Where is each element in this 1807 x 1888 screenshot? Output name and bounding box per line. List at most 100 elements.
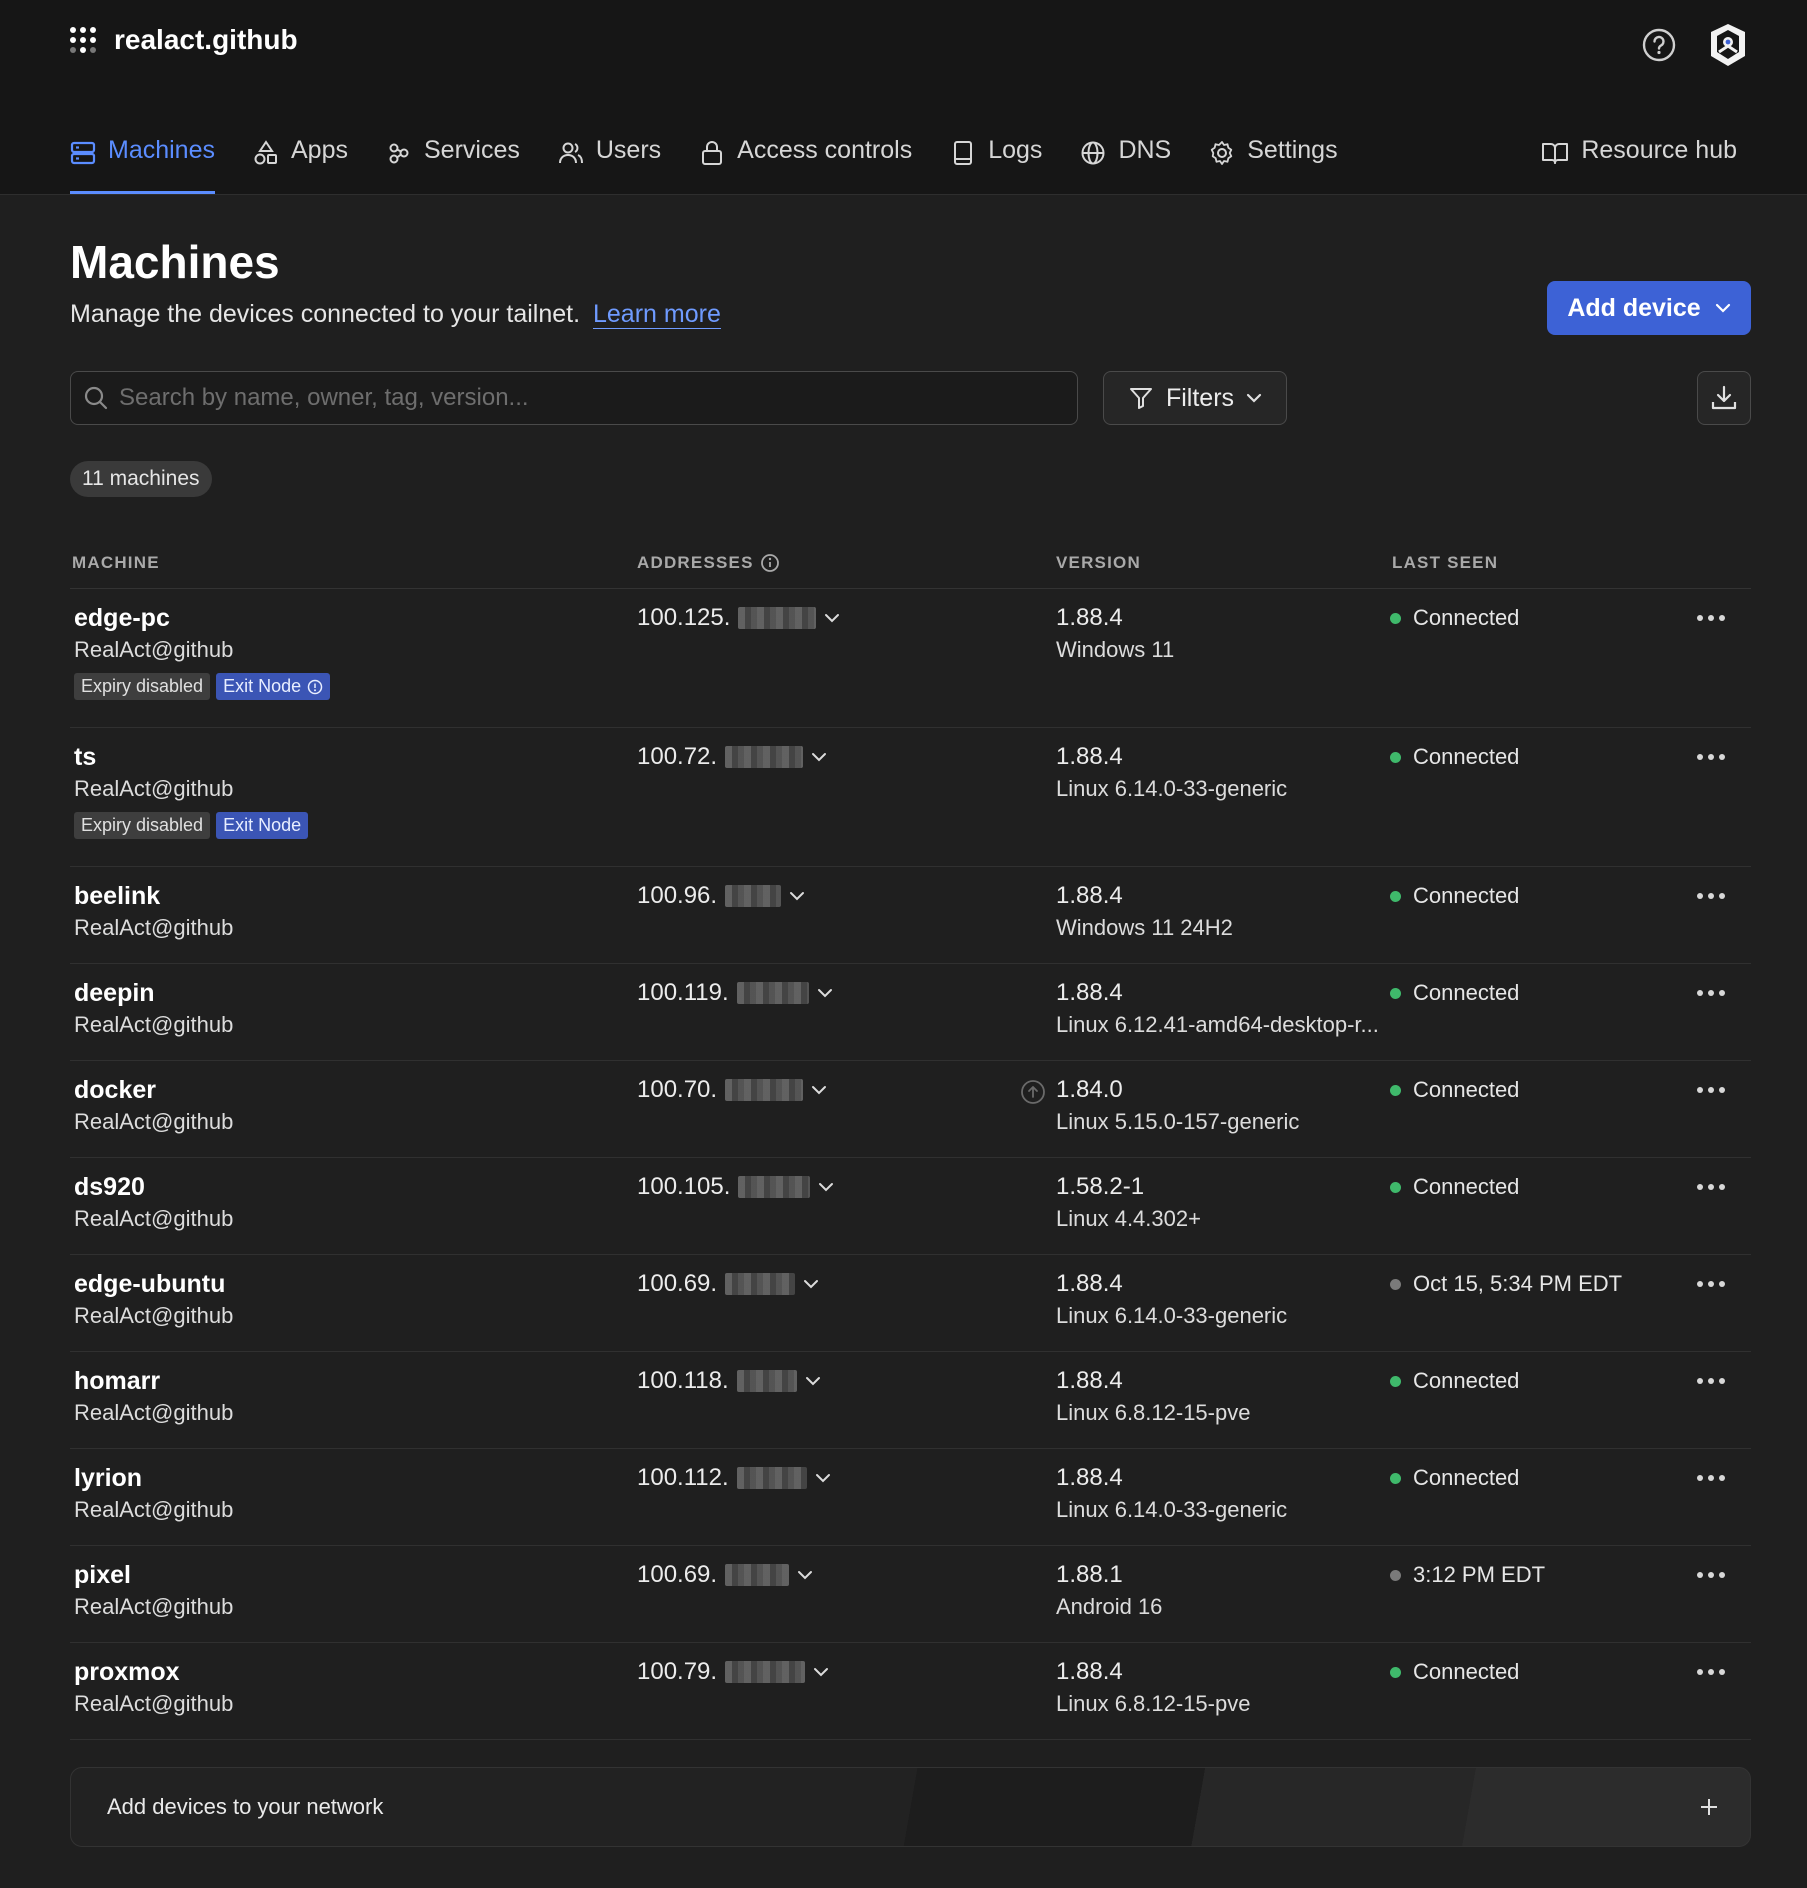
table-row[interactable]: lyrion RealAct@github 100.112. 1.88.4 Li… — [70, 1449, 1751, 1546]
chevron-down-icon[interactable] — [817, 988, 833, 998]
machine-owner: RealAct@github — [74, 637, 234, 662]
last-seen-text: Connected — [1413, 605, 1520, 630]
table-row[interactable]: pixel RealAct@github 100.69. 1.88.1 Andr… — [70, 1546, 1751, 1643]
chevron-down-icon[interactable] — [805, 1376, 821, 1386]
chevron-down-icon[interactable] — [824, 613, 840, 623]
tab-dns[interactable]: DNS — [1080, 126, 1171, 194]
learn-more-link[interactable]: Learn more — [593, 300, 721, 329]
table-row[interactable]: homarr RealAct@github 100.118. 1.88.4 Li… — [70, 1352, 1751, 1449]
info-icon[interactable] — [760, 553, 780, 573]
top-right-actions — [1641, 22, 1749, 68]
row-menu-button[interactable] — [1693, 883, 1729, 909]
address-cell[interactable]: 100.125. — [637, 603, 840, 633]
machine-name[interactable]: docker — [74, 1075, 233, 1105]
address-cell[interactable]: 100.105. — [637, 1172, 834, 1202]
table-row[interactable]: proxmox RealAct@github 100.79. 1.88.4 Li… — [70, 1643, 1751, 1740]
table-row[interactable]: docker RealAct@github 100.70. 1.84.0 Lin… — [70, 1061, 1751, 1158]
help-icon[interactable] — [1641, 27, 1677, 63]
tab-logs[interactable]: Logs — [950, 126, 1042, 194]
chevron-down-icon[interactable] — [803, 1279, 819, 1289]
col-last-seen[interactable]: LAST SEEN — [1392, 553, 1498, 573]
address-cell[interactable]: 100.79. — [637, 1657, 829, 1687]
search-input[interactable] — [119, 384, 1077, 412]
add-devices-banner[interactable]: Add devices to your network — [70, 1767, 1751, 1847]
add-device-button[interactable]: Add device — [1547, 281, 1751, 335]
address-cell[interactable]: 100.72. — [637, 742, 827, 772]
machine-name[interactable]: pixel — [74, 1560, 233, 1590]
chevron-down-icon[interactable] — [811, 752, 827, 762]
col-machine[interactable]: MACHINE — [72, 553, 160, 573]
machine-cell: proxmox RealAct@github — [74, 1657, 233, 1719]
col-version[interactable]: VERSION — [1056, 553, 1141, 573]
tab-machines[interactable]: Machines — [70, 126, 215, 194]
row-menu-button[interactable] — [1693, 1174, 1729, 1200]
tab-services[interactable]: Services — [386, 126, 520, 194]
ip-address: 100.112. — [637, 1464, 729, 1491]
table-row[interactable]: ds920 RealAct@github 100.105. 1.58.2-1 L… — [70, 1158, 1751, 1255]
table-row[interactable]: deepin RealAct@github 100.119. 1.88.4 Li… — [70, 964, 1751, 1061]
version-cell: 1.88.4 Linux 6.14.0-33-generic — [1056, 1463, 1287, 1525]
client-version: 1.88.4 — [1056, 1464, 1123, 1491]
machine-name[interactable]: ds920 — [74, 1172, 233, 1202]
chevron-down-icon[interactable] — [813, 1667, 829, 1677]
tab-users[interactable]: Users — [558, 126, 661, 194]
address-cell[interactable]: 100.96. — [637, 881, 805, 911]
machine-name[interactable]: edge-ubuntu — [74, 1269, 233, 1299]
chevron-down-icon[interactable] — [797, 1570, 813, 1580]
user-avatar[interactable] — [1707, 22, 1749, 68]
tailnet-switcher[interactable]: realact.github — [70, 24, 298, 56]
address-cell[interactable]: 100.119. — [637, 978, 833, 1008]
row-menu-button[interactable] — [1693, 1465, 1729, 1491]
chevron-down-icon[interactable] — [811, 1085, 827, 1095]
update-available-icon[interactable] — [1020, 1079, 1046, 1105]
chevron-down-icon[interactable] — [815, 1473, 831, 1483]
address-cell[interactable]: 100.69. — [637, 1560, 813, 1590]
plus-icon[interactable] — [1698, 1796, 1720, 1818]
tab-settings[interactable]: Settings — [1209, 126, 1338, 194]
online-status-dot — [1390, 1084, 1401, 1096]
row-menu-button[interactable] — [1693, 744, 1729, 770]
machine-name[interactable]: homarr — [74, 1366, 233, 1396]
machine-owner: RealAct@github — [74, 915, 234, 940]
machine-name[interactable]: deepin — [74, 978, 233, 1008]
machine-owner: RealAct@github — [74, 1594, 234, 1619]
search-box[interactable] — [70, 371, 1078, 425]
export-button[interactable] — [1697, 371, 1751, 425]
address-cell[interactable]: 100.112. — [637, 1463, 831, 1493]
row-menu-button[interactable] — [1693, 1368, 1729, 1394]
info-icon[interactable] — [307, 679, 323, 695]
table-row[interactable]: ts RealAct@github Expiry disabled Exit N… — [70, 728, 1751, 867]
machine-tags: Expiry disabled Exit Node — [74, 673, 331, 700]
machine-cell: beelink RealAct@github — [74, 881, 233, 943]
row-menu-button[interactable] — [1693, 980, 1729, 1006]
machine-name[interactable]: proxmox — [74, 1657, 233, 1687]
page-title: Machines — [70, 236, 280, 288]
address-cell[interactable]: 100.69. — [637, 1269, 819, 1299]
chevron-down-icon[interactable] — [818, 1182, 834, 1192]
col-addresses[interactable]: ADDRESSES — [637, 553, 780, 573]
filters-button[interactable]: Filters — [1103, 371, 1287, 425]
os-version: Linux 6.14.0-33-generic — [1056, 776, 1288, 801]
machine-name[interactable]: lyrion — [74, 1463, 233, 1493]
row-menu-button[interactable] — [1693, 1271, 1729, 1297]
table-row[interactable]: edge-ubuntu RealAct@github 100.69. 1.88.… — [70, 1255, 1751, 1352]
os-version: Linux 4.4.302+ — [1056, 1206, 1201, 1231]
chevron-down-icon[interactable] — [789, 891, 805, 901]
table-row[interactable]: edge-pc RealAct@github Expiry disabled E… — [70, 589, 1751, 728]
table-row[interactable]: beelink RealAct@github 100.96. 1.88.4 Wi… — [70, 867, 1751, 964]
row-menu-button[interactable] — [1693, 1659, 1729, 1685]
redacted-ip — [725, 1661, 806, 1683]
client-version: 1.88.4 — [1056, 1658, 1123, 1685]
row-menu-button[interactable] — [1693, 1562, 1729, 1588]
machine-name[interactable]: edge-pc — [74, 603, 330, 633]
address-cell[interactable]: 100.118. — [637, 1366, 821, 1396]
client-version: 1.88.4 — [1056, 604, 1123, 631]
address-cell[interactable]: 100.70. — [637, 1075, 827, 1105]
resource-hub-link[interactable]: Resource hub — [1541, 126, 1737, 194]
row-menu-button[interactable] — [1693, 1077, 1729, 1103]
tab-access-controls[interactable]: Access controls — [699, 126, 912, 194]
machine-name[interactable]: beelink — [74, 881, 233, 911]
row-menu-button[interactable] — [1693, 605, 1729, 631]
tab-apps[interactable]: Apps — [253, 126, 348, 194]
machine-name[interactable]: ts — [74, 742, 308, 772]
